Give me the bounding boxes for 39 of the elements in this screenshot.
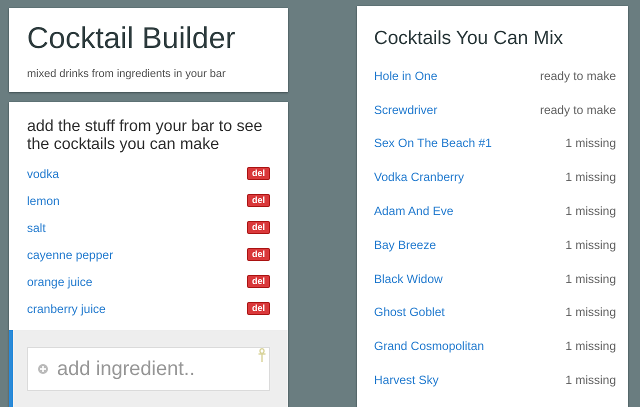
- app-subtitle: mixed drinks from ingredients in your bar: [27, 68, 227, 80]
- ingredient-link[interactable]: cranberry juice: [27, 302, 106, 316]
- plus-circle-icon: [38, 364, 48, 374]
- cocktail-status: 1 missing: [565, 204, 616, 218]
- add-ingredient-field[interactable]: add ingredient..: [27, 347, 270, 391]
- cocktail-status: 1 missing: [565, 373, 616, 388]
- ingredient-link[interactable]: vodka: [27, 166, 60, 180]
- cocktail-status: 1 missing: [565, 272, 616, 286]
- cocktail-status: 1 missing: [565, 238, 616, 252]
- ingredient-link[interactable]: lemon: [27, 194, 60, 208]
- cocktail-status: 1 missing: [565, 170, 616, 184]
- ingredient-link[interactable]: cayenne pepper: [27, 248, 114, 262]
- cocktail-link[interactable]: Hole in One: [374, 68, 438, 83]
- cocktail-status: 1 missing: [565, 339, 616, 354]
- cocktail-link[interactable]: Screwdriver: [374, 102, 438, 117]
- cocktail-link[interactable]: Sex On The Beach #1: [374, 136, 492, 150]
- ingredients-heading: add the stuff from your bar to see the cocktails you can make: [26, 117, 264, 155]
- delete-button[interactable]: del: [246, 302, 270, 315]
- cocktail-link[interactable]: Ghost Goblet: [374, 305, 445, 320]
- delete-button[interactable]: del: [246, 248, 270, 261]
- cocktail-link[interactable]: Vodka Cranberry: [374, 170, 464, 184]
- cocktail-link[interactable]: Bay Breeze: [374, 238, 436, 252]
- delete-button[interactable]: del: [246, 167, 270, 180]
- cocktail-link[interactable]: Black Widow: [374, 272, 443, 286]
- ingredient-link[interactable]: salt: [27, 220, 46, 234]
- cocktail-link[interactable]: Grand Cosmopolitan: [374, 339, 484, 354]
- delete-button[interactable]: del: [246, 194, 270, 207]
- delete-button[interactable]: del: [246, 221, 270, 234]
- app-title: Cocktail Builder: [27, 22, 236, 56]
- delete-button[interactable]: del: [246, 275, 270, 288]
- ankh-icon: [258, 348, 266, 362]
- ingredient-link[interactable]: orange juice: [27, 274, 92, 288]
- cocktails-heading: Cocktails You Can Mix: [374, 28, 564, 50]
- cocktail-link[interactable]: Adam And Eve: [374, 204, 454, 218]
- cocktail-link[interactable]: Harvest Sky: [374, 373, 439, 388]
- cocktail-status: ready to make: [540, 68, 616, 83]
- cocktail-status: ready to make: [540, 102, 616, 117]
- cocktail-status: 1 missing: [565, 305, 616, 320]
- cocktail-status: 1 missing: [565, 136, 616, 150]
